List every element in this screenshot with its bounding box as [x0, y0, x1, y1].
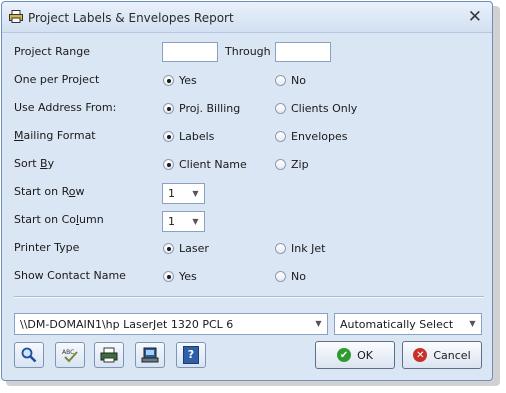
radio-dot — [275, 243, 286, 254]
sort-by-label: Sort By — [14, 157, 55, 170]
zoom-button[interactable] — [14, 342, 44, 368]
magnifier-icon — [21, 347, 37, 363]
select-value: 1 — [168, 187, 175, 200]
use-address-clients-only-radio[interactable]: Clients Only — [275, 102, 357, 115]
mailing-format-label: Mailing Format — [14, 129, 96, 142]
radio-label: Client Name — [179, 158, 247, 171]
chevron-down-icon[interactable]: ▼ — [466, 316, 479, 331]
divider — [14, 296, 484, 298]
check-icon: ✔ — [337, 348, 352, 362]
start-on-row-label: Start on Row — [14, 185, 85, 198]
select-value: \\DM-DOMAIN1\hp LaserJet 1320 PCL 6 — [20, 318, 234, 331]
chevron-down-icon[interactable]: ▼ — [189, 214, 202, 229]
radio-dot — [275, 131, 286, 142]
chevron-down-icon[interactable]: ▼ — [189, 186, 202, 201]
radio-label: Clients Only — [291, 102, 358, 115]
sort-by-zip-radio[interactable]: Zip — [275, 158, 309, 171]
show-contact-name-label: Show Contact Name — [14, 269, 126, 282]
tray-select[interactable]: Automatically Select ▼ — [334, 313, 482, 335]
one-per-project-no-radio[interactable]: No — [275, 74, 306, 87]
use-address-from-label: Use Address From: — [14, 101, 117, 114]
close-icon[interactable]: ✕ — [468, 7, 482, 27]
radio-label: Laser — [179, 242, 209, 255]
help-button[interactable]: ? — [176, 342, 206, 368]
sort-by-client-name-radio[interactable]: Client Name — [163, 158, 247, 171]
printer-type-inkjet-radio[interactable]: Ink Jet — [275, 242, 325, 255]
start-on-column-select[interactable]: 1 ▼ — [162, 211, 205, 232]
print-preview-icon — [100, 347, 118, 363]
ok-label: OK — [357, 348, 373, 362]
one-per-project-yes-radio[interactable]: Yes — [163, 74, 197, 87]
ok-button[interactable]: ✔ OK — [315, 341, 395, 369]
printer-type-laser-radio[interactable]: Laser — [163, 242, 209, 255]
through-label: Through — [225, 45, 271, 58]
printer-type-label: Printer Type — [14, 241, 80, 254]
project-range-through-input[interactable] — [275, 42, 331, 62]
mailing-format-envelopes-radio[interactable]: Envelopes — [275, 130, 347, 143]
radio-dot — [163, 131, 174, 142]
one-per-project-label: One per Project — [14, 73, 100, 86]
title-bar: Project Labels & Envelopes Report ✕ — [2, 2, 492, 33]
report-dialog: Project Labels & Envelopes Report ✕ Proj… — [1, 1, 493, 381]
use-address-proj-billing-radio[interactable]: Proj. Billing — [163, 102, 240, 115]
spellcheck-button[interactable]: ABC — [55, 342, 85, 368]
project-range-label: Project Range — [14, 45, 90, 58]
show-contact-name-yes-radio[interactable]: Yes — [163, 270, 197, 283]
radio-dot — [275, 103, 286, 114]
window-title: Project Labels & Envelopes Report — [28, 11, 234, 25]
radio-dot — [163, 243, 174, 254]
radio-dot — [275, 159, 286, 170]
radio-label: Ink Jet — [291, 242, 326, 255]
help-icon: ? — [183, 346, 199, 364]
radio-dot — [163, 103, 174, 114]
radio-label: No — [291, 270, 306, 283]
radio-dot — [163, 159, 174, 170]
radio-dot — [163, 271, 174, 282]
start-on-row-select[interactable]: 1 ▼ — [162, 183, 205, 204]
print-icon — [141, 347, 159, 363]
print-preview-button[interactable] — [94, 342, 124, 368]
mailing-format-labels-radio[interactable]: Labels — [163, 130, 214, 143]
show-contact-name-no-radio[interactable]: No — [275, 270, 306, 283]
radio-label: Yes — [179, 74, 197, 87]
printer-icon — [9, 10, 23, 23]
select-value: 1 — [168, 215, 175, 228]
radio-label: Yes — [179, 270, 197, 283]
radio-label: Labels — [179, 130, 215, 143]
chevron-down-icon[interactable]: ▼ — [312, 316, 325, 331]
radio-label: Proj. Billing — [179, 102, 241, 115]
cancel-button[interactable]: ✕ Cancel — [402, 341, 482, 369]
radio-label: Envelopes — [291, 130, 348, 143]
radio-dot — [275, 75, 286, 86]
radio-dot — [163, 75, 174, 86]
spellcheck-icon: ABC — [62, 349, 78, 363]
printer-select[interactable]: \\DM-DOMAIN1\hp LaserJet 1320 PCL 6 ▼ — [14, 313, 328, 335]
radio-label: No — [291, 74, 306, 87]
cancel-icon: ✕ — [413, 348, 428, 362]
project-range-from-input[interactable] — [162, 42, 218, 62]
start-on-column-label: Start on Column — [14, 213, 104, 226]
svg-text:ABC: ABC — [62, 349, 74, 356]
radio-dot — [275, 271, 286, 282]
select-value: Automatically Select — [340, 318, 454, 331]
print-button[interactable] — [135, 342, 165, 368]
radio-label: Zip — [291, 158, 309, 171]
cancel-label: Cancel — [433, 348, 471, 362]
